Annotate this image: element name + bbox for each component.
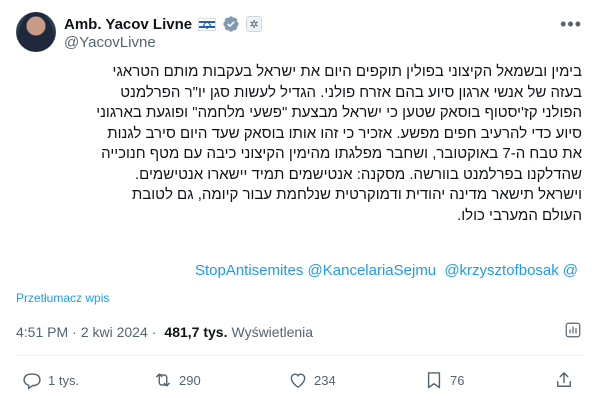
author-handle[interactable]: @YacovLivne [64, 34, 156, 51]
reply-button[interactable]: 1 tys. [22, 368, 79, 392]
reply-count: 1 tys. [48, 372, 80, 388]
tweet-mentions: @StopAntisemites @KancelariaSejmu @krzys… [16, 262, 582, 279]
author-display-name[interactable]: Amb. Yacov Livne [64, 16, 192, 33]
tweet-text: בימין ובשמאל הקיצוני בפולין תוקפים היום … [16, 62, 582, 226]
verified-badge-icon[interactable] [222, 15, 240, 33]
tweet-header: Amb. Yacov Livne ✲ @YacovLivne ••• [16, 12, 582, 54]
meta-separator: · [151, 324, 157, 340]
heart-icon [290, 373, 306, 388]
mention-link[interactable]: @KancelariaSejmu [308, 262, 437, 279]
avatar[interactable] [16, 12, 56, 52]
repost-count: 290 [179, 372, 201, 388]
repost-icon [156, 373, 170, 387]
tweet-time[interactable]: 4:51 PM [16, 324, 68, 340]
views-label: Wyświetlenia [231, 324, 314, 340]
tweet-text-line: את טבח ה-7 באוקטובר, ושחבר מפלגתו מהימין… [101, 145, 582, 162]
like-count: 234 [314, 372, 336, 388]
translate-post-link[interactable]: Przetłumacz wpis [16, 291, 109, 305]
tweet-text-line: סיוע כדי להרעיב חפים מפשע. אזכיר כי זהו … [107, 124, 582, 142]
israel-flag-icon [198, 17, 217, 31]
tweet-text-line: וישראל תישאר מדינה יהודית ודמוקרטית שנלח… [131, 186, 582, 203]
tweet-date[interactable]: 2 kwi 2024 [81, 324, 148, 340]
tweet-text-line: בעזה של אנשי ארגון סיוע בהם אזרח פולני. … [120, 83, 582, 101]
reply-icon [23, 373, 41, 390]
divider [16, 355, 582, 356]
like-button[interactable]: 234 [288, 368, 336, 392]
bookmark-button[interactable]: 76 [424, 368, 464, 392]
tweet-text-line: בימין ובשמאל הקיצוני בפולין תוקפים היום … [112, 63, 582, 80]
more-options-icon[interactable]: ••• [560, 14, 582, 35]
tweet-meta: 4:51 PM · 2 kwi 2024 · 481,7 tys. Wyświe… [16, 322, 582, 342]
share-button[interactable] [554, 368, 574, 392]
tweet-text-line: שהדלקנו בפרלמנט בוורשה. מסקנה: אנטישמים … [135, 165, 582, 183]
meta-separator: · [72, 324, 77, 340]
views-count: 481,7 tys. [164, 324, 228, 340]
bookmark-icon [427, 372, 441, 389]
analytics-icon[interactable] [564, 320, 582, 340]
repost-button[interactable]: 290 [153, 368, 201, 392]
mention-link[interactable]: @krzysztofbosak [444, 262, 558, 279]
tweet-text-line: העולם המערבי כולו. [457, 206, 582, 224]
affiliation-emblem-icon[interactable]: ✲ [246, 16, 263, 32]
tweet-text-line: הפולני קז'יסטוף בוסאק שטען כי ישראל מבצע… [96, 104, 582, 121]
share-icon [557, 372, 571, 387]
bookmark-count: 76 [450, 372, 465, 388]
author-name-row: Amb. Yacov Livne ✲ [64, 14, 263, 34]
tweet-actions: 1 tys. 290 234 76 [16, 368, 582, 392]
